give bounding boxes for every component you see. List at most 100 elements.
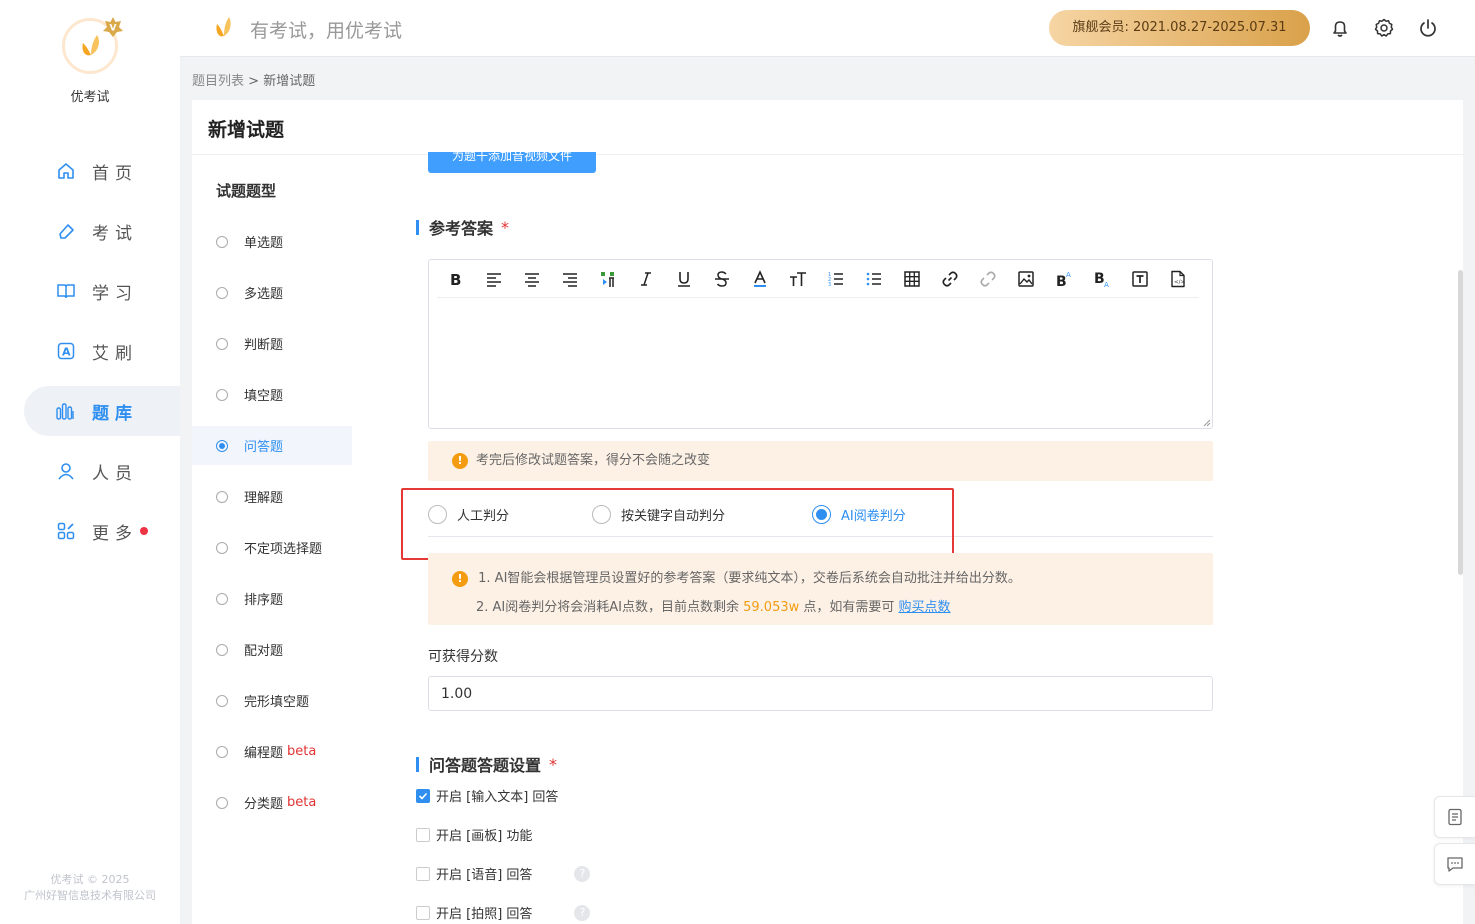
text-box-icon[interactable] xyxy=(1121,260,1159,298)
radio-circle[interactable] xyxy=(216,286,228,299)
checkbox-label: 开启 [语音] 回答 xyxy=(436,868,533,883)
radio-circle[interactable] xyxy=(216,694,228,707)
ai-grading-notice: ! 1. AI智能会根据管理员设置好的参考答案（要求纯文本），交卷后系统会自动批… xyxy=(428,553,1213,625)
svg-text:V: V xyxy=(110,24,117,34)
checkbox[interactable] xyxy=(416,788,430,803)
font-color-icon[interactable] xyxy=(741,260,779,298)
image-icon[interactable] xyxy=(1007,260,1045,298)
unlink-icon[interactable] xyxy=(969,260,1007,298)
nav-item-exam[interactable]: 考试 xyxy=(0,206,180,256)
radio-circle[interactable] xyxy=(216,541,228,554)
membership-badge[interactable]: 旗舰会员: 2021.08.27-2025.07.31 xyxy=(1049,10,1310,46)
radio-circle[interactable] xyxy=(216,592,228,605)
subscript-icon[interactable]: BA xyxy=(1083,260,1121,298)
unordered-list-icon[interactable] xyxy=(855,260,893,298)
nav-item-study[interactable]: 学习 xyxy=(0,266,180,316)
question-type-label: 分类题 xyxy=(244,797,284,812)
question-type-label: 判断题 xyxy=(244,338,284,353)
ordered-list-icon[interactable]: 123 xyxy=(817,260,855,298)
notice-text: 2. AI阅卷判分将会消耗AI点数，目前点数剩余 xyxy=(476,600,744,615)
question-type-item[interactable]: 理解题 xyxy=(192,477,352,516)
question-type-item[interactable]: 编程题 beta xyxy=(192,732,352,771)
score-input[interactable] xyxy=(428,676,1213,711)
setting-drawing-board[interactable]: 开启 [画板] 功能 xyxy=(416,825,532,844)
question-type-item[interactable]: 分类题 beta xyxy=(192,783,352,822)
grading-option-keyword[interactable]: 按关键字自动判分 xyxy=(592,505,725,524)
paragraph-icon[interactable] xyxy=(589,260,627,298)
nav-item-question-bank[interactable]: 题库 xyxy=(24,386,180,436)
radio-circle[interactable] xyxy=(216,439,228,452)
leaf-logo-icon xyxy=(82,35,99,56)
radio-circle[interactable] xyxy=(216,235,228,248)
breadcrumb-parent-link[interactable]: 题目列表 xyxy=(192,74,244,89)
leaf-logo-icon xyxy=(216,17,231,37)
strikethrough-icon[interactable] xyxy=(703,260,741,298)
question-type-label: 排序题 xyxy=(244,593,284,608)
bold-icon[interactable]: B xyxy=(437,260,475,298)
radio-circle[interactable] xyxy=(592,505,611,524)
buy-points-link[interactable]: 购买点数 xyxy=(899,600,951,615)
radio-circle[interactable] xyxy=(216,388,228,401)
checkbox[interactable] xyxy=(416,905,430,920)
nav-item-home[interactable]: 首页 xyxy=(0,146,180,196)
grading-option-label: 按关键字自动判分 xyxy=(621,509,726,524)
checkbox[interactable] xyxy=(416,866,430,881)
main-nav: 首页 考试 学习 A 艾刷 题库 人员 更多 xyxy=(0,146,180,566)
nav-item-more[interactable]: 更多 xyxy=(0,506,180,556)
power-icon[interactable] xyxy=(1417,17,1439,39)
italic-icon[interactable] xyxy=(627,260,665,298)
setting-text-answer[interactable]: 开启 [输入文本] 回答 xyxy=(416,786,558,805)
a-badge-icon: A xyxy=(56,341,76,361)
answer-rich-editor[interactable]: B 1 2 3 B A B A </> xyxy=(428,259,1213,429)
chat-float-button[interactable] xyxy=(1434,843,1475,885)
svg-text:A: A xyxy=(62,346,75,359)
grading-mode-group: 人工判分 按关键字自动判分 AI阅卷判分 xyxy=(428,500,1213,537)
question-type-item[interactable]: 排序题 xyxy=(192,579,352,618)
radio-circle[interactable] xyxy=(428,505,447,524)
grading-option-ai[interactable]: AI阅卷判分 xyxy=(812,505,906,524)
question-type-item[interactable]: 完形填空题 xyxy=(192,681,352,720)
align-left-icon[interactable] xyxy=(475,260,513,298)
notes-float-button[interactable] xyxy=(1434,796,1475,838)
font-size-icon[interactable] xyxy=(779,260,817,298)
radio-circle[interactable] xyxy=(216,643,228,656)
slogan-text: 有考试，用优考试 xyxy=(250,20,403,42)
radio-circle[interactable] xyxy=(216,796,228,809)
radio-circle[interactable] xyxy=(216,490,228,503)
grading-option-manual[interactable]: 人工判分 xyxy=(428,505,509,524)
bell-icon[interactable] xyxy=(1329,17,1351,39)
link-icon[interactable] xyxy=(931,260,969,298)
question-type-item[interactable]: 单选题 xyxy=(192,222,352,261)
checkbox[interactable] xyxy=(416,827,430,842)
question-type-item[interactable]: 多选题 xyxy=(192,273,352,312)
nav-item-label: 人员 xyxy=(92,463,138,484)
gear-icon[interactable] xyxy=(1373,17,1395,39)
question-type-item[interactable]: 不定项选择题 xyxy=(192,528,352,567)
help-icon[interactable]: ? xyxy=(574,904,591,921)
question-type-item[interactable]: 配对题 xyxy=(192,630,352,669)
scrollbar-thumb[interactable] xyxy=(1458,270,1463,575)
resize-handle-icon[interactable] xyxy=(1203,419,1211,427)
underline-icon[interactable] xyxy=(665,260,703,298)
question-type-item[interactable]: 填空题 xyxy=(192,375,352,414)
radio-circle[interactable] xyxy=(216,337,228,350)
question-type-item[interactable]: 判断题 xyxy=(192,324,352,363)
nav-item-aishua[interactable]: A 艾刷 xyxy=(0,326,180,376)
radio-circle[interactable] xyxy=(216,745,228,758)
nav-item-label: 考试 xyxy=(92,223,138,244)
setting-voice-answer[interactable]: 开启 [语音] 回答 ? xyxy=(416,864,591,883)
question-type-label: 不定项选择题 xyxy=(244,542,323,557)
align-center-icon[interactable] xyxy=(513,260,551,298)
brand-name: 优考试 xyxy=(70,90,110,105)
html-file-icon[interactable]: </> xyxy=(1159,260,1197,298)
nav-item-people[interactable]: 人员 xyxy=(0,446,180,496)
user-icon xyxy=(56,461,76,481)
setting-photo-answer[interactable]: 开启 [拍照] 回答 ? xyxy=(416,903,591,922)
table-icon[interactable] xyxy=(893,260,931,298)
question-type-item[interactable]: 问答题 xyxy=(192,426,352,465)
add-media-button[interactable]: 为题干添加音视频文件 xyxy=(428,152,596,173)
help-icon[interactable]: ? xyxy=(574,865,591,882)
align-right-icon[interactable] xyxy=(551,260,589,298)
superscript-icon[interactable]: BA xyxy=(1045,260,1083,298)
radio-circle[interactable] xyxy=(812,505,831,524)
